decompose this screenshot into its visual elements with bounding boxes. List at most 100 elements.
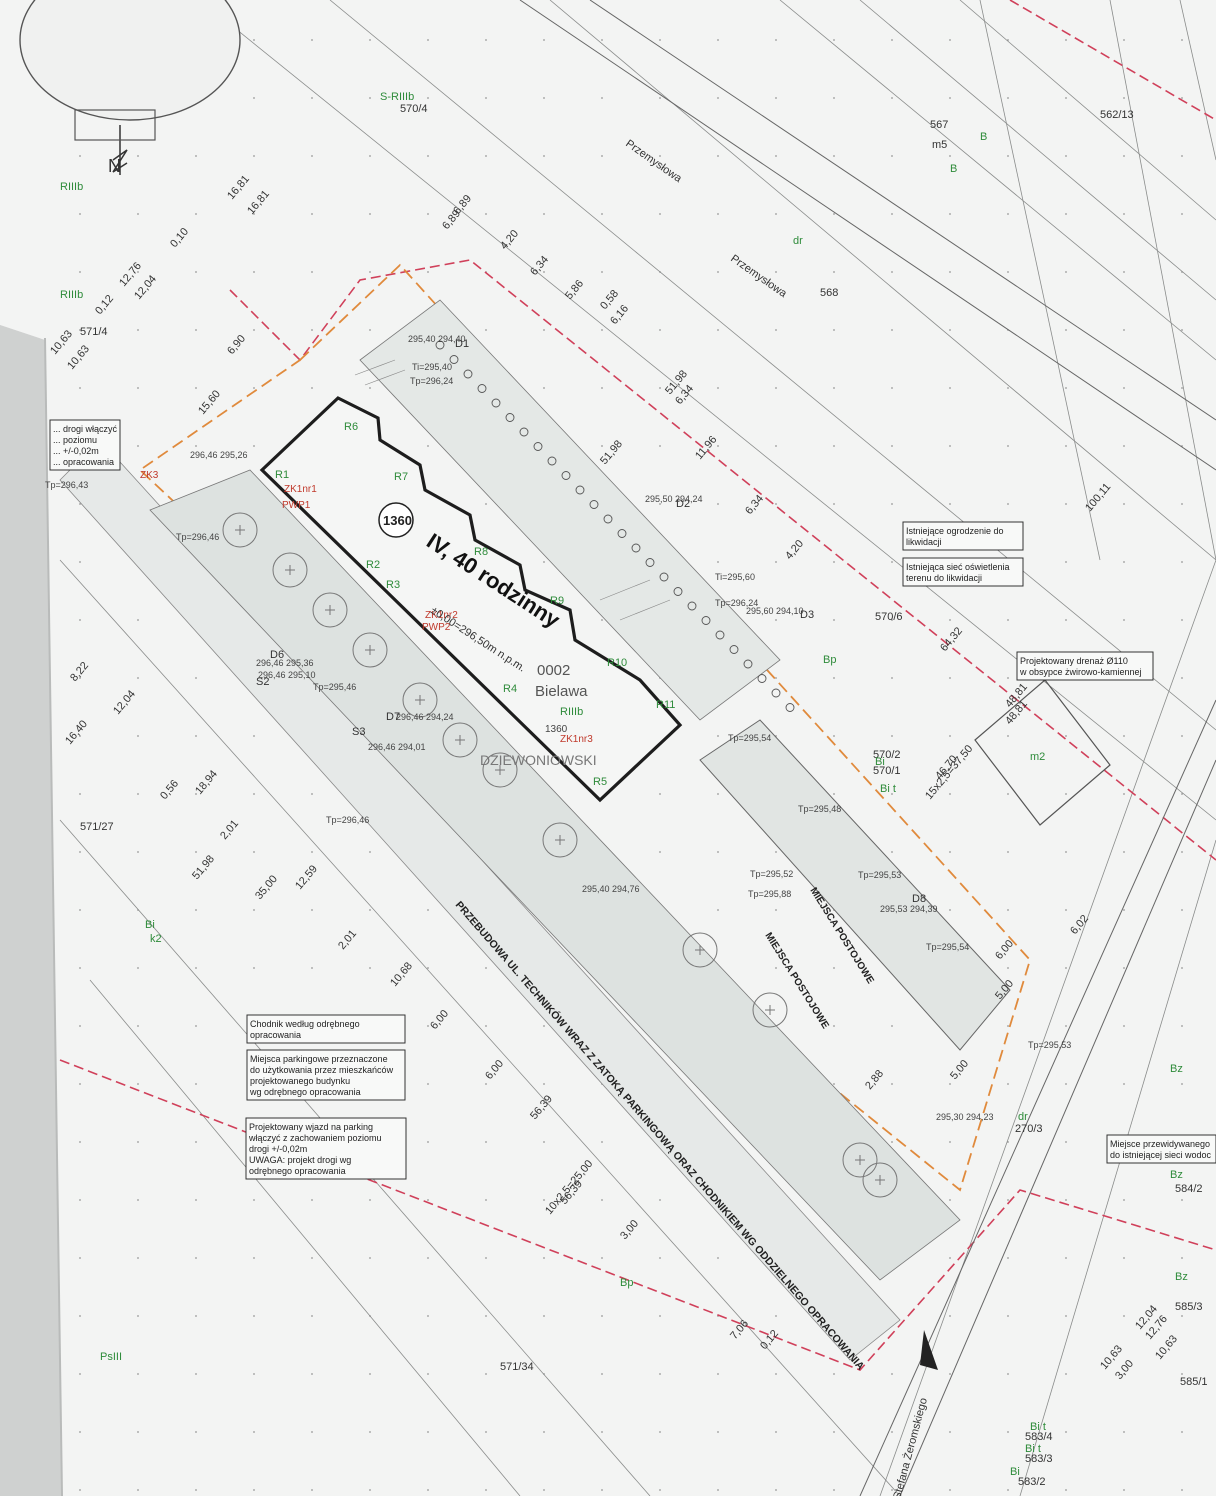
note-text: Miejsce przewidywanego [1110, 1139, 1210, 1149]
note-text: odrębnego opracowania [249, 1166, 346, 1176]
level-label: 295,30 294,23 [936, 1112, 994, 1122]
level-label: Tp=296,46 [326, 815, 369, 825]
level-label: 295,40 294,76 [582, 884, 640, 894]
point-label-r10: R10 [607, 657, 627, 669]
land-class-label: Bi t [880, 783, 896, 795]
parcel-number: 571/4 [80, 326, 108, 338]
land-class-label: Bp [823, 654, 836, 666]
land-class-label: dr [1018, 1111, 1028, 1123]
note-text: ... +/-0,02m [53, 446, 99, 456]
level-label: 296,46 294,24 [396, 712, 454, 722]
level-label: Tp=295,54 [926, 942, 969, 952]
level-label: Ti=295,60 [715, 572, 755, 582]
level-label: 295,50 294,24 [645, 494, 703, 504]
level-label: Tp=295,88 [748, 889, 791, 899]
parcel-number: 583/2 [1018, 1476, 1046, 1488]
building-plot: 1360 [545, 724, 568, 735]
level-label: 295,53 294,39 [880, 904, 938, 914]
note-text: terenu do likwidacji [906, 573, 982, 583]
land-class-label: m2 [1030, 751, 1045, 763]
land-class-label: Bz [1170, 1063, 1183, 1075]
level-label: 295,60 294,10 [746, 606, 804, 616]
parcel-number: 585/3 [1175, 1301, 1203, 1313]
land-class-label: B [950, 163, 957, 175]
level-label: Tp=295,54 [728, 733, 771, 743]
level-label: Tp=296,46 [176, 532, 219, 542]
land-class-label: Bi t [1030, 1421, 1046, 1433]
district-name: Bielawa [535, 683, 588, 700]
land-class-label: Bz [1175, 1271, 1188, 1283]
level-label: Tp=295,48 [798, 804, 841, 814]
land-class-label: Bi [1010, 1466, 1020, 1478]
note-box: Projektowany drenaż Ø110w obsypce żwirow… [1016, 651, 1154, 681]
point-label-zk1nr3: ZK1nr3 [560, 734, 593, 745]
level-label: Ti=295,40 [412, 362, 452, 372]
level-label: 296,46 294,01 [368, 742, 426, 752]
note-box: Miejsce przewidywanegodo istniejącej sie… [1106, 1134, 1216, 1164]
note-text: wg odrębnego opracowania [249, 1087, 361, 1097]
north-arrow-letter: N [108, 156, 121, 176]
note-text: do istniejącej sieci wodoc [1110, 1150, 1212, 1160]
point-label-s3: S3 [352, 726, 365, 738]
land-class-label: Bi [875, 756, 885, 768]
parcel-number: 584/2 [1175, 1183, 1203, 1195]
note-box: Istniejące ogrodzenie dolikwidacji [902, 521, 1024, 551]
level-label: Tp=295,52 [750, 869, 793, 879]
land-class-label: Bp [620, 1277, 633, 1289]
parcel-number: 570/6 [875, 611, 903, 623]
note-text: ... opracowania [53, 457, 114, 467]
parcel-number: 568 [820, 287, 838, 299]
land-class-label: PsIII [100, 1351, 122, 1363]
parcel-number: 562/13 [1100, 109, 1134, 121]
parcel-number: 585/1 [1180, 1376, 1208, 1388]
level-label: Tp=295,53 [858, 870, 901, 880]
level-label: 295,40 294,40 [408, 334, 466, 344]
land-class-label: B [980, 131, 987, 143]
building-number: 1360 [383, 513, 412, 528]
note-box: Istniejąca sieć oświetleniaterenu do lik… [902, 557, 1024, 587]
site-plan-map: 567 m5 562/13 568 570/4 571/4 571/27 571/34 570/… [0, 0, 1216, 1496]
land-class-label: RIIIb [60, 181, 83, 193]
land-class-label: dr [793, 235, 803, 247]
point-label-r2: R2 [366, 559, 380, 571]
parcel-number: 270/3 [1015, 1123, 1043, 1135]
note-text: drogi +/-0,02m [249, 1144, 307, 1154]
note-text: Istniejące ogrodzenie do [906, 526, 1004, 536]
note-text: opracowania [250, 1030, 301, 1040]
point-label-r7: R7 [394, 471, 408, 483]
district-code: 0002 [537, 662, 570, 679]
level-label: Tp=296,24 [410, 376, 453, 386]
level-label: 296,46 295,26 [190, 450, 248, 460]
note-box: ... drogi włączyć... poziomu... +/-0,02m… [49, 419, 121, 471]
note-box: Chodnik według odrębnegoopracowania [246, 1014, 406, 1044]
parcel-number: 571/34 [500, 1361, 534, 1373]
point-label-zk3: ZK3 [140, 470, 159, 481]
land-class-label: Bi t [1025, 1443, 1041, 1455]
note-text: włączyć z zachowaniem poziomu [248, 1133, 382, 1143]
parcel-number: 567 [930, 119, 948, 131]
point-label-r4: R4 [503, 683, 517, 695]
point-label-r11: R11 [656, 699, 675, 711]
land-class-label: Bi [145, 919, 155, 931]
parcel-number: 570/4 [400, 103, 428, 115]
note-text: Projektowany drenaż Ø110 [1020, 656, 1128, 666]
note-text: Miejsca parkingowe przeznaczone [250, 1054, 388, 1064]
level-label: Tp=296,43 [45, 480, 88, 490]
level-label: Tp=295,46 [313, 682, 356, 692]
note-text: Projektowany wjazd na parking [249, 1122, 373, 1132]
note-text: ... drogi włączyć [53, 424, 118, 434]
land-class-label: Bz [1170, 1169, 1183, 1181]
street-name-dzierzoniowski: DZIEWONIOWSKI [480, 752, 597, 768]
parcel-number: 571/27 [80, 821, 114, 833]
note-text: likwidacji [906, 537, 942, 547]
map-sheet: 567 m5 562/13 568 570/4 571/4 571/27 571/34 570/… [0, 0, 1216, 1496]
parcel-number: m5 [932, 139, 947, 151]
note-text: Istniejąca sieć oświetlenia [906, 562, 1010, 572]
point-label-zk1nr1: ZK1nr1 [284, 484, 317, 495]
note-text: w obsypce żwirowo-kamiennej [1019, 667, 1142, 677]
note-text: projektowanego budynku [250, 1076, 350, 1086]
land-class-label: k2 [150, 933, 162, 945]
land-class-label: RIIIb [60, 289, 83, 301]
note-text: Chodnik według odrębnego [250, 1019, 360, 1029]
point-label-pwp1: PWP1 [282, 500, 311, 511]
